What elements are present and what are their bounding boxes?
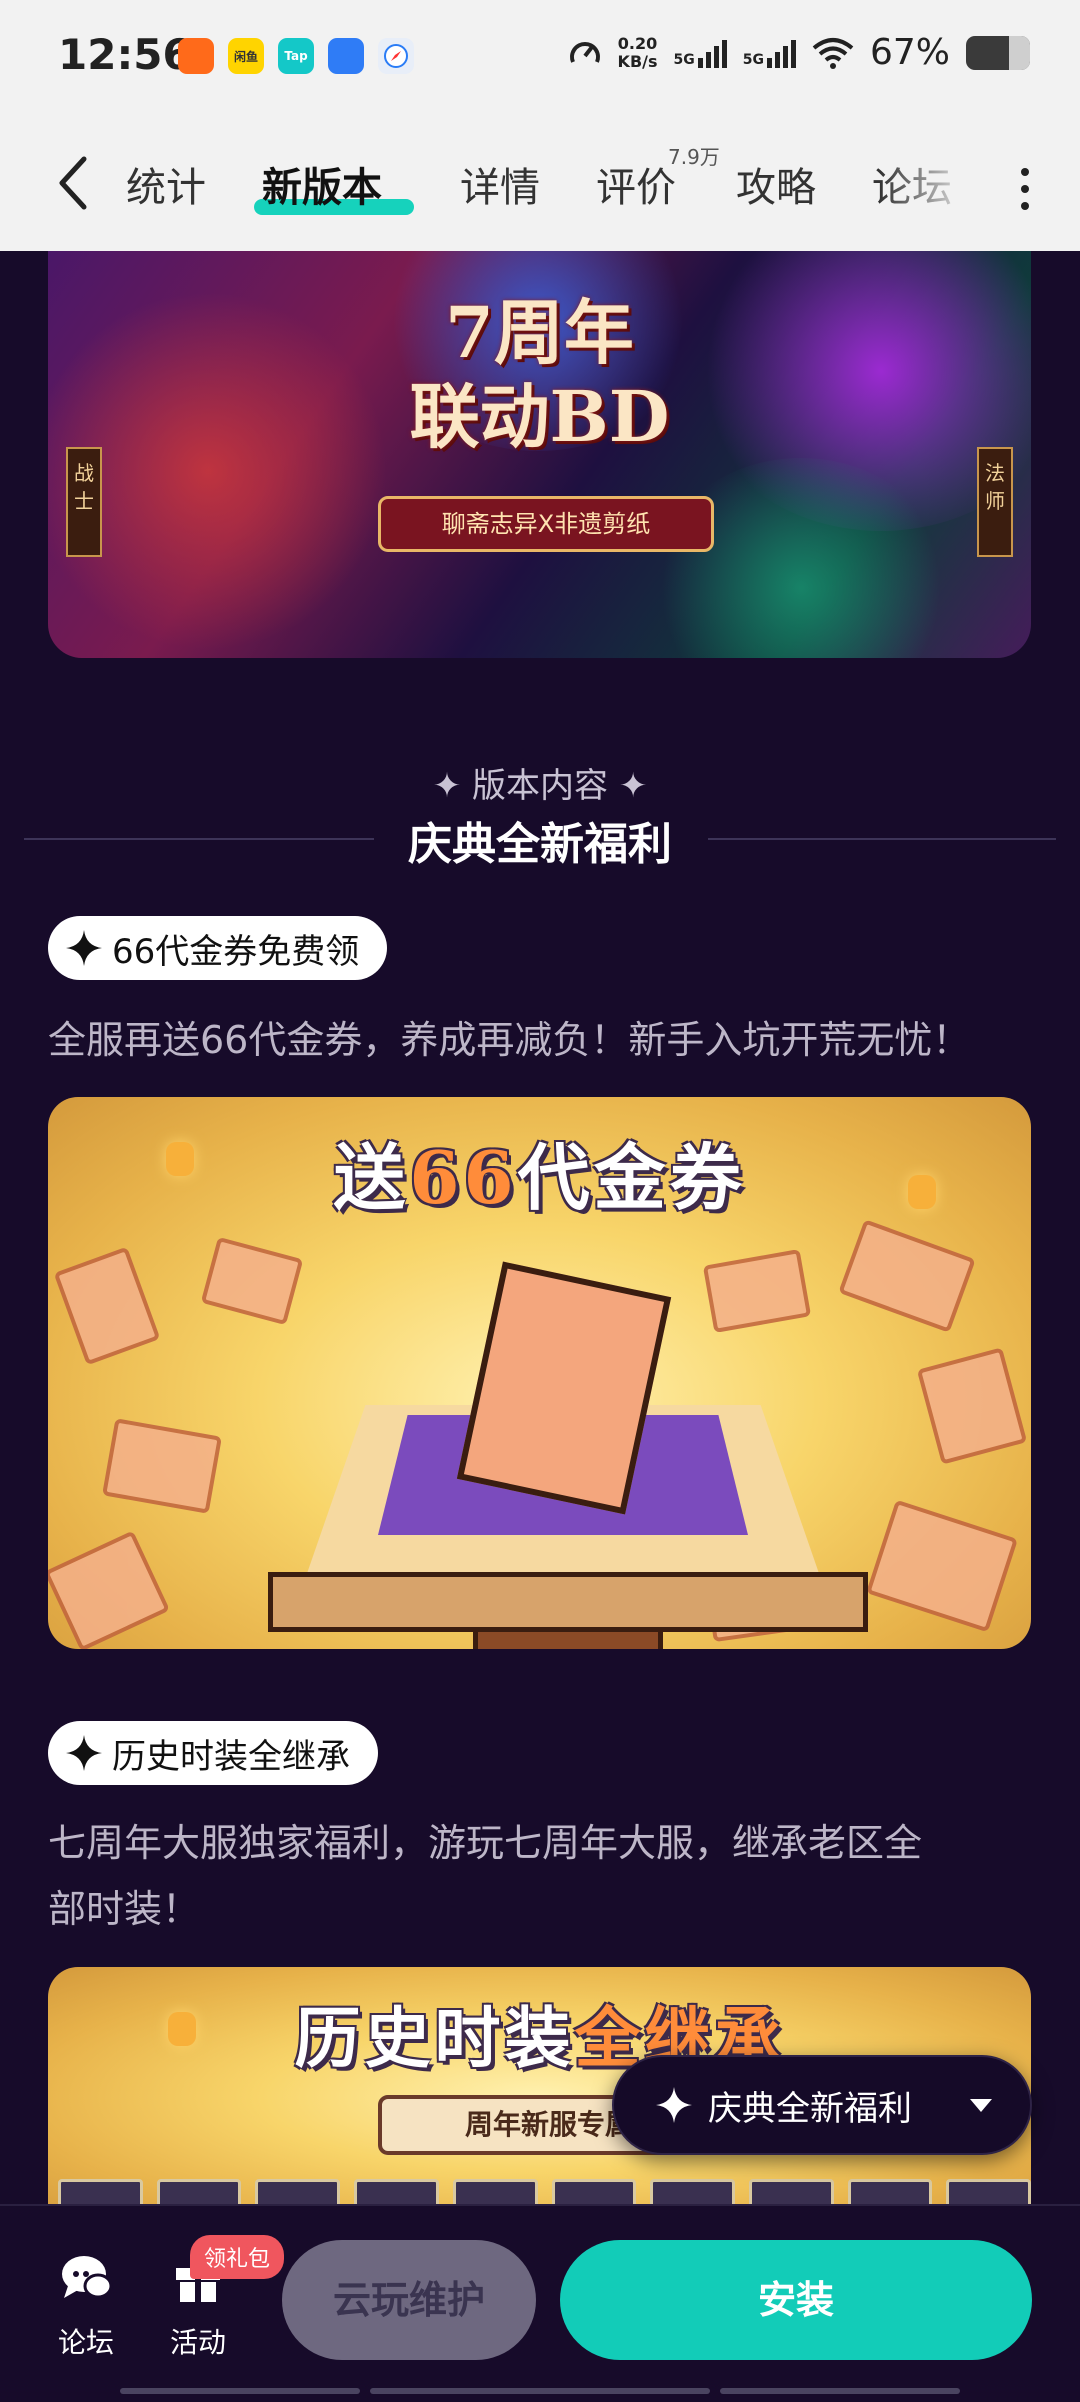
caret-down-icon — [970, 2099, 992, 2112]
reviews-count-badge: 7.9万 — [668, 145, 720, 169]
sparkle-icon — [656, 2087, 692, 2123]
top-nav: 统计 新版本 详情 评价 7.9万 攻略 论坛 — [0, 115, 1080, 251]
sparkle-icon: ✦ — [432, 766, 462, 806]
gesture-bar — [370, 2388, 710, 2394]
coupon-promo-title: 送66代金券 — [333, 1135, 746, 1220]
sparkle-icon — [66, 1735, 102, 1771]
wifi-icon — [812, 37, 854, 69]
battery-percent: 67% — [869, 32, 950, 73]
notification-app-icons: 闲鱼 Tap — [178, 38, 414, 74]
status-time: 12:56 — [58, 30, 192, 79]
banner-title: 7周年 联动BD — [409, 291, 670, 458]
feature-description: 七周年大服独家福利，游玩七周年大服，继承老区全 部时装！ — [48, 1821, 923, 1931]
xianyu-icon: 闲鱼 — [228, 38, 264, 74]
taptap-icon: Tap — [278, 38, 314, 74]
feature-pill-costumes: 历史时装全继承 — [48, 1721, 378, 1785]
coupon-promo-image: 送66代金券 — [48, 1097, 1031, 1649]
tab-stats[interactable]: 统计 — [126, 155, 206, 213]
chat-bubble-icon — [62, 2256, 113, 2299]
signal-bars-icon — [697, 38, 727, 68]
banner-subtitle: 聊斋志异X非遗剪纸 — [378, 496, 714, 552]
sim2-signal: 5G — [743, 38, 796, 68]
sparkle-icon: ✦ — [618, 766, 648, 806]
signal-bars-icon — [766, 38, 796, 68]
section-jump-dropdown[interactable]: 庆典全新福利 — [612, 2055, 1032, 2155]
divider — [708, 838, 1056, 840]
status-right: 0.20 KB/s 5G 5G 67% — [568, 32, 1030, 73]
gesture-bar — [720, 2388, 960, 2394]
install-button[interactable]: 安装 — [560, 2240, 1032, 2360]
safari-icon — [378, 38, 414, 74]
gesture-bar — [120, 2388, 360, 2394]
feature-pill-coupons: 66代金券免费领 — [48, 916, 388, 980]
section-title: 庆典全新福利 — [408, 819, 672, 870]
kuaishou-icon — [178, 38, 214, 74]
tab-guides[interactable]: 攻略 — [736, 155, 816, 213]
status-bar: 12:56 闲鱼 Tap 0.20 KB/s 5G 5G 67% — [0, 0, 1080, 115]
network-speed: 0.20 KB/s — [617, 33, 658, 71]
sparkle-icon — [66, 930, 102, 966]
costume-thumbnails — [48, 2179, 1031, 2204]
banner-tag-mage: 法师 — [977, 447, 1013, 557]
speedometer-icon — [569, 41, 600, 63]
browser-icon — [328, 38, 364, 74]
banner-tag-warrior: 战士 — [66, 447, 102, 557]
tab-details[interactable]: 详情 — [460, 155, 540, 213]
tab-scroll-fade — [880, 145, 990, 225]
cloud-play-button[interactable]: 云玩维护 — [282, 2240, 536, 2360]
gift-pack-badge[interactable]: 领礼包 — [190, 2235, 285, 2279]
back-arrow-icon[interactable] — [50, 153, 98, 213]
tab-new-version[interactable]: 新版本 — [262, 155, 382, 213]
feature-description: 全服再送66代金券，养成再减负！新手入坑开荒无忧！ — [48, 1018, 971, 1062]
battery-icon — [966, 35, 1030, 70]
tab-reviews[interactable]: 评价 — [596, 155, 676, 213]
sim1-signal: 5G — [674, 38, 727, 68]
version-banner-image: 7周年 联动BD 聊斋志异X非遗剪纸 战士 法师 — [48, 251, 1031, 658]
forum-button[interactable]: 论坛 — [36, 2252, 136, 2361]
section-kicker: ✦ 版本内容 ✦ — [432, 766, 648, 806]
more-options-icon[interactable] — [1010, 163, 1040, 213]
